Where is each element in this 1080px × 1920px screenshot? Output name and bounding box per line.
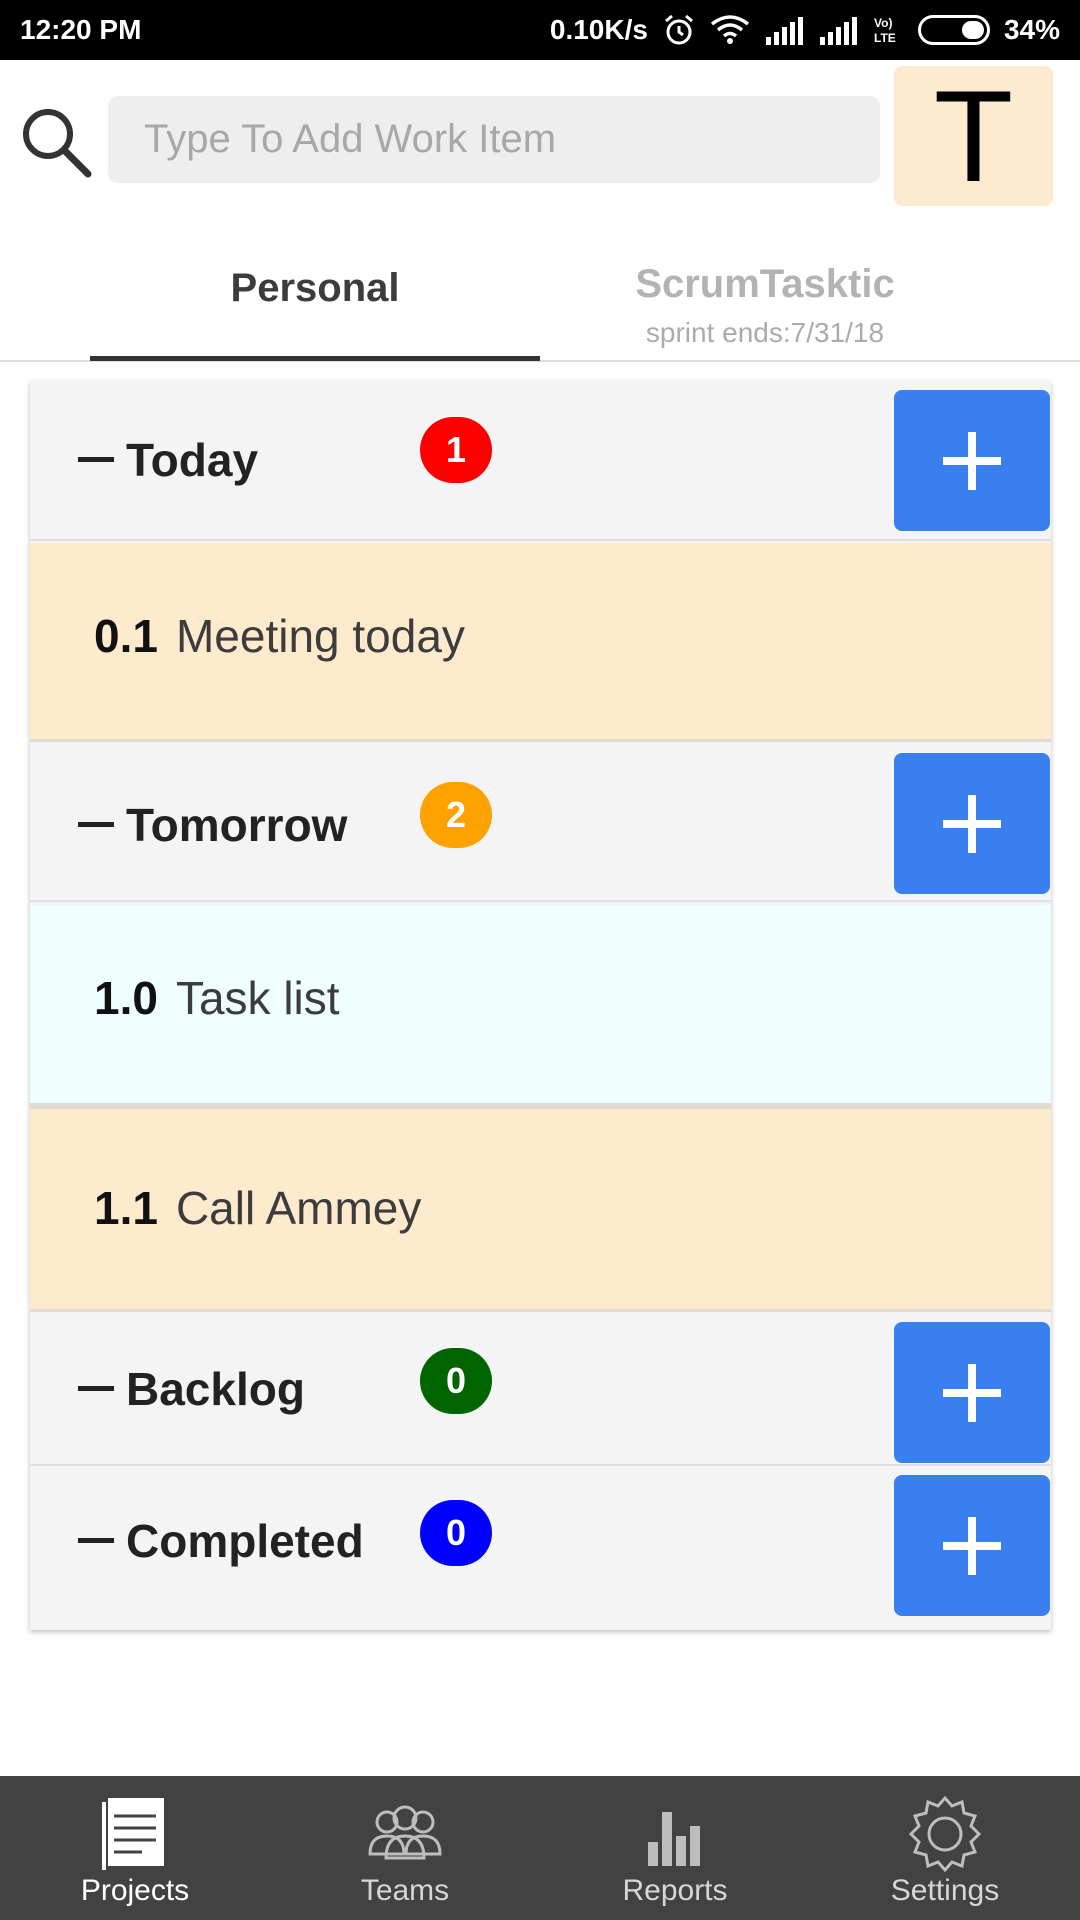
settings-icon xyxy=(908,1795,982,1872)
section-today[interactable]: Today 1 xyxy=(30,381,1051,541)
tab-bar: Personal ScrumTasktic sprint ends:7/31/1… xyxy=(0,240,1080,362)
status-indicators: 0.10K/s Vo) LTE 34% xyxy=(550,13,1060,47)
section-title: Backlog xyxy=(78,1362,305,1416)
svg-text:LTE: LTE xyxy=(874,31,896,45)
add-completed-button[interactable] xyxy=(894,1475,1050,1616)
section-title: Tomorrow xyxy=(78,798,347,852)
svg-text:Vo): Vo) xyxy=(874,16,892,30)
add-today-button[interactable] xyxy=(894,390,1050,531)
list-item[interactable]: 1.0 Task list xyxy=(30,905,1051,1109)
item-content: 0.1 Meeting today xyxy=(94,609,465,663)
tab-personal-label: Personal xyxy=(230,266,400,310)
volte-icon: Vo) LTE xyxy=(874,16,896,45)
network-speed: 0.10K/s xyxy=(549,14,648,45)
plus-icon xyxy=(943,794,1001,853)
status-bar: 12:20 PM 0.10K/s Vo) LTE 34% xyxy=(0,0,1080,60)
projects-icon xyxy=(102,1798,164,1870)
count-badge: 2 xyxy=(420,782,492,848)
item-content: 1.1 Call Ammey xyxy=(94,1181,421,1235)
status-time: 12:20 PM xyxy=(20,14,142,45)
tab-personal[interactable]: Personal xyxy=(90,240,540,360)
count-badge: 1 xyxy=(420,417,492,483)
item-number: 0.1 xyxy=(94,610,158,662)
collapse-icon[interactable] xyxy=(78,457,114,463)
nav-projects-label: Projects xyxy=(80,1874,190,1907)
sprint-end-date: sprint ends:7/31/18 xyxy=(645,317,885,348)
signal-icon xyxy=(819,17,857,45)
section-title: Today xyxy=(78,433,258,487)
teams-icon xyxy=(368,1805,442,1860)
app-screen: { "status_bar": { "time": "12:20 PM", "n… xyxy=(0,0,1080,1920)
section-tomorrow[interactable]: Tomorrow 2 xyxy=(30,742,1051,902)
item-number: 1.1 xyxy=(94,1182,158,1234)
nav-settings-label: Settings xyxy=(890,1874,1000,1907)
nav-teams-label: Teams xyxy=(360,1874,450,1907)
section-completed[interactable]: Completed 0 xyxy=(30,1466,1051,1630)
item-title: Call Ammey xyxy=(175,1182,422,1234)
nav-reports-label: Reports xyxy=(622,1874,728,1907)
count-badge: 0 xyxy=(420,1500,492,1566)
section-title: Completed xyxy=(78,1514,364,1568)
avatar-letter: T xyxy=(933,63,1014,209)
plus-icon xyxy=(943,1363,1001,1422)
tab-scrumtasktic[interactable]: ScrumTasktic sprint ends:7/31/18 xyxy=(540,240,990,360)
item-content: 1.0 Task list xyxy=(94,971,340,1025)
collapse-icon[interactable] xyxy=(78,1538,114,1544)
item-title: Meeting today xyxy=(175,610,465,662)
item-title: Task list xyxy=(175,972,340,1024)
list-item[interactable]: 0.1 Meeting today xyxy=(30,543,1051,742)
avatar[interactable]: T xyxy=(894,66,1053,206)
battery-percent: 34% xyxy=(1003,14,1060,45)
nav-reports[interactable]: Reports xyxy=(540,1776,810,1920)
battery-icon xyxy=(917,15,990,45)
bottom-navigation: Projects Teams Reports Settings xyxy=(0,1776,1080,1920)
signal-icon xyxy=(765,17,803,45)
item-number: 1.0 xyxy=(94,972,158,1024)
alarm-icon xyxy=(664,14,693,45)
add-tomorrow-button[interactable] xyxy=(894,753,1050,894)
wifi-icon xyxy=(710,15,750,44)
search-icon[interactable] xyxy=(18,104,94,180)
active-tab-indicator xyxy=(90,356,540,361)
nav-projects[interactable]: Projects xyxy=(0,1776,270,1920)
list-item[interactable]: 1.1 Call Ammey xyxy=(30,1109,1051,1312)
reports-icon xyxy=(648,1812,700,1866)
add-backlog-button[interactable] xyxy=(894,1322,1050,1463)
work-item-list: Today 1 0.1 Meeting today Tomorrow 2 1.0… xyxy=(30,381,1051,1630)
add-work-item-input[interactable] xyxy=(108,96,880,183)
plus-icon xyxy=(943,1516,1001,1575)
nav-settings[interactable]: Settings xyxy=(810,1776,1080,1920)
count-badge: 0 xyxy=(420,1348,492,1414)
collapse-icon[interactable] xyxy=(78,1386,114,1392)
nav-teams[interactable]: Teams xyxy=(270,1776,540,1920)
tab-scrumtasktic-label: ScrumTasktic xyxy=(635,262,895,306)
plus-icon xyxy=(943,431,1001,490)
section-backlog[interactable]: Backlog 0 xyxy=(30,1312,1051,1466)
collapse-icon[interactable] xyxy=(78,822,114,828)
